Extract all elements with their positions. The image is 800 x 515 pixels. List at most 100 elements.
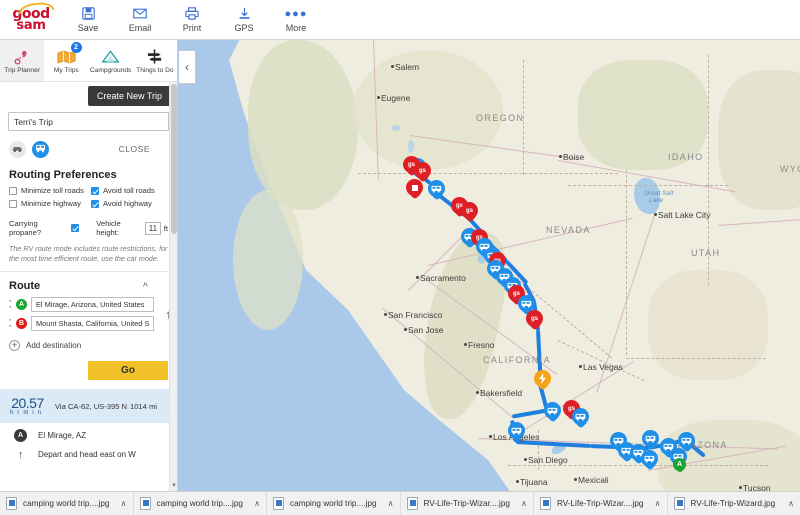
download-item[interactable]: camping world trip....jpg ∧ (0, 492, 134, 515)
border-or-id (523, 60, 524, 175)
checkbox-avoid-highway[interactable] (91, 199, 99, 208)
pref-row-2: Minimize highway Avoid highway (0, 198, 177, 211)
map-marker-marker-a[interactable]: A (673, 458, 686, 475)
download-item[interactable]: RV-Life-Trip-Wizar....jpg ∧ (534, 492, 668, 515)
destination-value: Mount Shasta, California, United S (36, 319, 150, 329)
map-marker-rv[interactable] (641, 450, 658, 472)
gs-icon: gs (526, 310, 543, 327)
panel-scrollbar[interactable]: ▲ ▼ (169, 82, 177, 491)
good-sam-logo[interactable]: good sam (0, 0, 62, 39)
rv-icon (642, 430, 659, 447)
vehicle-height-input[interactable]: 11 (145, 221, 161, 235)
origin-value: El Mirage, Arizona, United States (36, 300, 145, 310)
image-file-icon (406, 497, 418, 510)
origin-input[interactable]: El Mirage, Arizona, United States (31, 297, 155, 313)
pref-avoid-highway[interactable]: Avoid highway (91, 199, 152, 208)
map-city-dot (404, 328, 407, 331)
email-label: Email (128, 23, 152, 33)
map-marker-rv[interactable] (678, 432, 695, 454)
map-city-dot (579, 365, 582, 368)
pref-row-1: Minimize toll roads Avoid toll roads (0, 185, 177, 198)
chevron-up-icon[interactable]: ∧ (521, 499, 527, 508)
download-item-name: RV-Life-Trip-Wizar....jpg (557, 499, 644, 508)
create-new-trip-button[interactable]: Create New Trip (87, 86, 171, 106)
add-destination-label: Add destination (26, 341, 82, 351)
rv-icon (641, 450, 658, 467)
collapse-panel-button[interactable]: ‹ (179, 50, 196, 84)
map-canvas[interactable]: OREGONIDAHONEVADAWYOMINGUTAHCALIFORNIAAR… (178, 40, 800, 491)
map-marker-gs[interactable]: gs (461, 202, 478, 224)
chevron-up-icon[interactable]: ∧ (788, 499, 794, 508)
border-nv-ut (626, 170, 627, 355)
map-marker-rv[interactable] (428, 180, 445, 202)
rv-route-note: The RV route mode includes route restric… (9, 244, 168, 263)
border-ut-az (626, 358, 766, 359)
map-marker-rv[interactable] (642, 430, 659, 452)
drag-handle-icon[interactable]: ▪ ▪ (9, 317, 14, 330)
download-item[interactable]: RV-Life-Trip-Wizard.jpg ∧ (668, 492, 800, 515)
map-marker-rv[interactable] (544, 402, 561, 424)
download-item-name: camping world trip....jpg (156, 499, 243, 508)
map-marker-attraction[interactable] (534, 370, 551, 392)
car-mode-toggle[interactable] (9, 140, 26, 158)
my-trips-badge: 2 (70, 42, 82, 53)
close-link[interactable]: CLOSE (119, 144, 150, 154)
go-row: Go (0, 351, 177, 381)
chevron-up-icon[interactable]: ∧ (254, 499, 260, 508)
pref-avoid-toll-roads[interactable]: Avoid toll roads (91, 186, 155, 195)
chevron-up-icon[interactable]: ∧ (655, 499, 661, 508)
map-marker-rv[interactable] (572, 408, 589, 430)
map-city-dot (416, 276, 419, 279)
rv-mode-toggle[interactable] (32, 140, 49, 158)
panel-scroll-thumb[interactable] (171, 84, 177, 234)
pref-label: Minimize toll roads (21, 186, 84, 195)
klamath-lake (408, 140, 414, 153)
rv-icon (678, 432, 695, 449)
sidebar-item-my-trips[interactable]: 2 My Trips (44, 40, 88, 81)
pref-minimize-toll-roads[interactable]: Minimize toll roads (9, 186, 91, 195)
print-button[interactable]: Print (166, 0, 218, 40)
chevron-up-icon[interactable]: ∧ (388, 499, 394, 508)
browser-downloads-taskbar: camping world trip....jpg ∧ camping world … (0, 491, 800, 515)
map-marker-gs[interactable]: gs (526, 310, 543, 332)
route-summary[interactable]: 20.57 hrmin Via CA-62, US-395 N 1014 mi (0, 389, 177, 424)
checkbox-minimize-toll-roads[interactable] (9, 186, 17, 195)
checkbox-carrying-propane[interactable] (71, 224, 80, 232)
scroll-down-arrow-icon[interactable]: ▼ (170, 482, 177, 491)
drag-handle-icon[interactable]: ▪ ▪ (9, 298, 14, 311)
image-file-icon (273, 497, 284, 510)
map-city-dot (559, 155, 562, 158)
download-item[interactable]: camping world trip....jpg ∧ (134, 492, 267, 515)
map-city-dot (384, 313, 387, 316)
email-button[interactable]: Email (114, 0, 166, 40)
sidebar-item-trip-planner[interactable]: Trip Planner (0, 40, 45, 81)
map-city-dot (476, 391, 479, 394)
download-item[interactable]: RV-Life-Trip-Wizar....jpg ∧ (401, 492, 534, 515)
checkbox-avoid-toll-roads[interactable] (91, 186, 99, 195)
border-or-ca (358, 173, 618, 174)
propane-label: Carrying propane? (9, 219, 42, 237)
map-city-dot (377, 96, 380, 99)
pref-minimize-highway[interactable]: Minimize highway (9, 199, 91, 208)
more-button[interactable]: ●●● More (270, 0, 322, 40)
vehicle-height-label: Vehicle height: (96, 219, 121, 237)
add-destination-button[interactable]: + Add destination (0, 335, 177, 352)
chevron-up-icon[interactable]: ^ (143, 281, 148, 291)
destination-input[interactable]: Mount Shasta, California, United S (31, 316, 155, 332)
direction-step-origin[interactable]: A El Mirage, AZ (0, 423, 177, 443)
sidebar-item-things-to-do[interactable]: Things to Do (133, 40, 177, 81)
chevron-up-icon[interactable]: ∧ (121, 499, 127, 508)
terrain-idaho (578, 60, 708, 170)
trip-name-input[interactable]: Terri's Trip (8, 112, 169, 131)
go-button[interactable]: Go (88, 361, 168, 381)
gps-button[interactable]: GPS (218, 0, 270, 40)
map-marker-small[interactable] (406, 179, 423, 201)
direction-step-1[interactable]: ↑ Depart and head east on W (0, 442, 177, 461)
checkbox-minimize-highway[interactable] (9, 199, 17, 208)
vehicle-height-unit: ft (163, 223, 168, 233)
save-button[interactable]: Save (62, 0, 114, 40)
map-marker-rv[interactable] (508, 422, 525, 444)
sidebar-item-campgrounds[interactable]: Campgrounds (89, 40, 133, 81)
route-section-header[interactable]: Route ^ (0, 271, 177, 297)
download-item[interactable]: camping world trip....jpg ∧ (267, 492, 401, 515)
